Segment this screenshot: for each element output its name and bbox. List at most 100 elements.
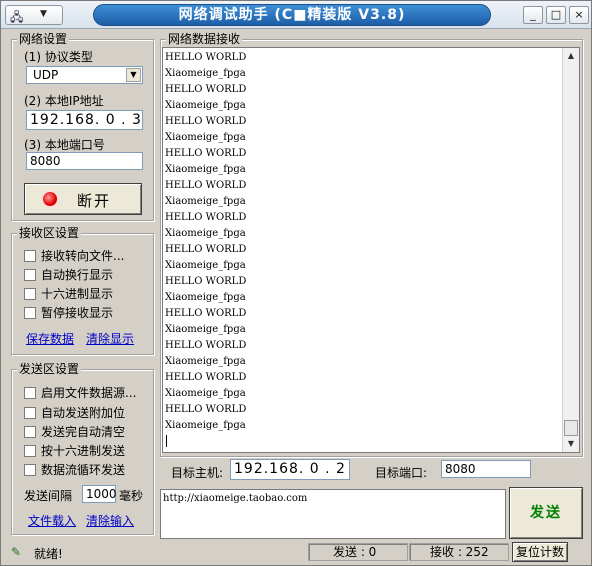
received-line: Xiaomeige_fpga (165, 356, 246, 367)
auto-wrap-option[interactable]: 自动换行显示 (24, 266, 113, 282)
clear-input-link[interactable]: 清除输入 (86, 512, 134, 529)
receive-textarea[interactable]: HELLO WORLD Xiaomeige_fpga HELLO WORLD Xiao… (162, 47, 580, 453)
protocol-label: (1) 协议类型 (24, 50, 93, 64)
network-settings-title: 网络设置 (17, 32, 70, 46)
local-ip-field[interactable]: 192.168. 0 . 3 (26, 110, 143, 130)
ready-status-text: 就绪! (34, 547, 63, 561)
pause-recv-checkbox[interactable] (24, 307, 36, 319)
loop-send-label: 数据流循环发送 (41, 463, 126, 477)
disconnect-label: 断开 (77, 192, 112, 210)
send-settings-title: 发送区设置 (17, 362, 82, 376)
received-line: HELLO WORLD (165, 148, 247, 159)
received-line: HELLO WORLD (165, 276, 247, 287)
target-port-field[interactable]: 8080 (441, 460, 531, 478)
received-line: Xiaomeige_fpga (165, 228, 246, 239)
title-bar: 🖧 ▼ 网络调试助手 (C■精装版 V3.8) _ □ × (1, 1, 591, 29)
auto-append-option[interactable]: 自动发送附加位 (24, 404, 125, 420)
received-line: HELLO WORLD (165, 372, 247, 383)
auto-append-label: 自动发送附加位 (41, 406, 126, 420)
scroll-down-icon[interactable]: ▼ (563, 436, 579, 452)
receive-settings-title: 接收区设置 (17, 226, 82, 240)
send-count: 发送 : 0 (308, 543, 408, 561)
system-menu-button[interactable]: 🖧 ▼ (5, 5, 63, 25)
recv-to-file-option[interactable]: 接收转向文件... (24, 247, 124, 263)
scroll-thumb[interactable] (564, 420, 578, 436)
auto-wrap-label: 自动换行显示 (41, 268, 114, 282)
auto-clear-label: 发送完自动清空 (41, 425, 126, 439)
file-load-link[interactable]: 文件载入 (28, 512, 76, 529)
pause-recv-label: 暂停接收显示 (41, 306, 114, 320)
auto-append-checkbox[interactable] (24, 407, 36, 419)
received-line: Xiaomeige_fpga (165, 260, 246, 271)
target-port-label: 目标端口: (375, 466, 428, 480)
protocol-value: UDP (33, 68, 59, 82)
received-line: Xiaomeige_fpga (165, 164, 246, 175)
received-line: Xiaomeige_fpga (165, 420, 246, 431)
send-interval-label: 发送间隔 (24, 489, 73, 503)
received-line: HELLO WORLD (165, 116, 247, 127)
file-source-label: 启用文件数据源... (41, 386, 137, 400)
auto-wrap-checkbox[interactable] (24, 269, 36, 281)
hex-send-checkbox[interactable] (24, 445, 36, 457)
send-button[interactable]: 发送 (509, 487, 583, 539)
auto-clear-option[interactable]: 发送完自动清空 (24, 423, 125, 439)
network-app-icon: 🖧 (10, 10, 24, 24)
target-host-label: 目标主机: (171, 466, 224, 480)
received-line: Xiaomeige_fpga (165, 132, 246, 143)
scroll-up-icon[interactable]: ▲ (563, 48, 579, 64)
text-cursor (166, 435, 167, 447)
disconnect-button[interactable]: 断开 (24, 183, 142, 215)
received-line: HELLO WORLD (165, 244, 247, 255)
hex-send-label: 按十六进制发送 (41, 444, 126, 458)
maximize-button[interactable]: □ (546, 6, 566, 24)
receive-area-title: 网络数据接收 (166, 32, 243, 46)
pause-recv-option[interactable]: 暂停接收显示 (24, 304, 113, 320)
received-line: HELLO WORLD (165, 180, 247, 191)
loop-send-checkbox[interactable] (24, 464, 36, 476)
hex-display-option[interactable]: 十六进制显示 (24, 285, 113, 301)
file-source-option[interactable]: 启用文件数据源... (24, 384, 136, 400)
red-led-icon (43, 192, 57, 206)
recv-to-file-label: 接收转向文件... (41, 249, 125, 263)
local-port-label: (3) 本地端口号 (24, 138, 105, 152)
received-data-list: HELLO WORLD Xiaomeige_fpga HELLO WORLD Xiao… (165, 50, 561, 434)
received-line: Xiaomeige_fpga (165, 100, 246, 111)
received-line: Xiaomeige_fpga (165, 196, 246, 207)
received-line: HELLO WORLD (165, 52, 247, 63)
auto-clear-checkbox[interactable] (24, 426, 36, 438)
recv-count: 接收 : 252 (409, 543, 509, 561)
status-bar: ✎ 就绪! 发送 : 0 接收 : 252 复位计数 (1, 541, 591, 565)
interval-unit-label: 毫秒 (119, 489, 144, 503)
local-ip-label: (2) 本地IP地址 (24, 94, 104, 108)
received-line: HELLO WORLD (165, 308, 247, 319)
loop-send-option[interactable]: 数据流循环发送 (24, 461, 125, 477)
close-button[interactable]: × (569, 6, 589, 24)
chevron-down-icon[interactable]: ▼ (126, 68, 141, 82)
hex-send-option[interactable]: 按十六进制发送 (24, 442, 125, 458)
received-line: Xiaomeige_fpga (165, 388, 246, 399)
received-line: Xiaomeige_fpga (165, 68, 246, 79)
received-line: Xiaomeige_fpga (165, 324, 246, 335)
receive-scrollbar[interactable]: ▲ ▼ (562, 48, 579, 452)
send-textarea[interactable]: http://xiaomeige.taobao.com (160, 489, 506, 539)
file-source-checkbox[interactable] (24, 387, 36, 399)
hex-display-label: 十六进制显示 (41, 287, 114, 301)
app-window: 🖧 ▼ 网络调试助手 (C■精装版 V3.8) _ □ × 网络设置 (1) 协… (0, 0, 592, 566)
protocol-select[interactable]: UDP ▼ (26, 66, 143, 84)
received-line: HELLO WORLD (165, 340, 247, 351)
send-interval-field[interactable]: 1000 (82, 485, 117, 503)
minimize-button[interactable]: _ (523, 6, 543, 24)
recv-to-file-checkbox[interactable] (24, 250, 36, 262)
local-port-field[interactable]: 8080 (26, 152, 143, 170)
target-host-field[interactable]: 192.168. 0 . 2 (230, 459, 350, 480)
received-line: HELLO WORLD (165, 404, 247, 415)
window-title: 网络调试助手 (C■精装版 V3.8) (93, 4, 491, 26)
reset-count-button[interactable]: 复位计数 (512, 542, 568, 562)
received-line: HELLO WORLD (165, 84, 247, 95)
hex-display-checkbox[interactable] (24, 288, 36, 300)
received-line: HELLO WORLD (165, 212, 247, 223)
chevron-down-icon: ▼ (40, 9, 47, 19)
save-data-link[interactable]: 保存数据 (26, 330, 74, 347)
pencil-status-icon: ✎ (11, 545, 22, 559)
clear-display-link[interactable]: 清除显示 (86, 330, 134, 347)
